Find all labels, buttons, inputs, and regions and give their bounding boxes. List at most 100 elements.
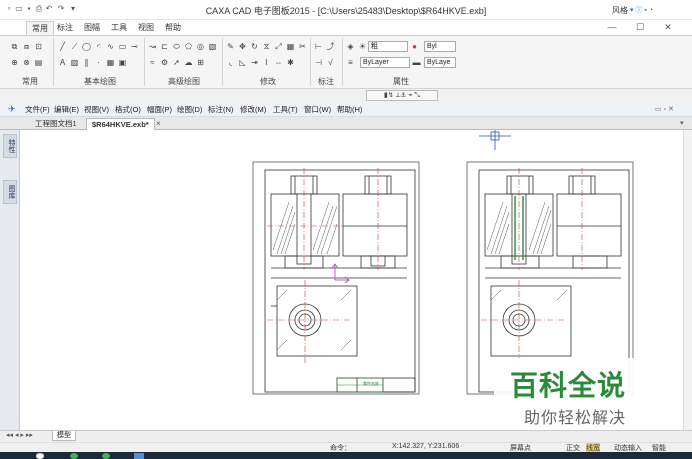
- circle-icon[interactable]: ◯: [82, 42, 91, 51]
- title-block-text: 零件名称: [363, 380, 379, 386]
- lineweight-icon[interactable]: ▬: [412, 58, 421, 67]
- menu-tools[interactable]: 工具(T): [273, 104, 298, 116]
- linestyle-combo[interactable]: ByLayer: [360, 57, 410, 68]
- line-type-icon[interactable]: ≡: [346, 58, 355, 67]
- layer-combo[interactable]: 粗: [368, 41, 408, 52]
- menu-edit[interactable]: 编辑(E): [54, 104, 79, 116]
- snap-toolbar[interactable]: ▮↯ ⟂⚓ ⌖ ⤡: [366, 90, 438, 101]
- search-icon[interactable]: [36, 453, 44, 459]
- taskbar-app-icon[interactable]: [70, 453, 78, 459]
- image-icon[interactable]: ▧: [208, 42, 217, 51]
- offset-icon[interactable]: ⊏: [160, 42, 169, 51]
- copy-icon[interactable]: ⧈: [22, 42, 31, 51]
- menu-modify[interactable]: 修改(M): [240, 104, 266, 116]
- rectangle-icon[interactable]: ▭: [118, 42, 127, 51]
- wave-icon[interactable]: ≈: [148, 58, 157, 67]
- roughness-icon[interactable]: √: [326, 58, 335, 67]
- hatch-icon[interactable]: ▨: [70, 58, 79, 67]
- hole-icon[interactable]: ◎: [196, 42, 205, 51]
- vertical-scrollbar[interactable]: [683, 130, 692, 430]
- arrow-icon[interactable]: ➚: [172, 58, 181, 67]
- text-icon[interactable]: A: [58, 58, 67, 67]
- insert-object-icon[interactable]: ⊞: [196, 58, 205, 67]
- tab-annotate[interactable]: 标注: [52, 21, 78, 35]
- delete-icon[interactable]: ✎: [226, 42, 235, 51]
- side-tab-properties[interactable]: 特性: [3, 134, 17, 158]
- mdi-window-controls[interactable]: ▭ ▫ ✕: [655, 105, 674, 113]
- table-icon[interactable]: ▦: [106, 58, 115, 67]
- block-icon[interactable]: ▣: [118, 58, 127, 67]
- group-label-annotate: 标注: [318, 77, 334, 86]
- tab-help[interactable]: 帮助: [160, 21, 186, 35]
- chamfer-icon[interactable]: ◺: [238, 58, 247, 67]
- menu-draw[interactable]: 绘图(D): [177, 104, 202, 116]
- dimension-icon[interactable]: ⊢: [314, 42, 323, 51]
- mirror-icon[interactable]: ⧖: [262, 42, 271, 51]
- tab-common[interactable]: 常用: [26, 21, 54, 35]
- arc-icon[interactable]: ◜: [94, 42, 103, 51]
- pan-icon[interactable]: ⊕: [10, 58, 19, 67]
- properties-icon[interactable]: ▤: [34, 58, 43, 67]
- spline-icon[interactable]: ∿: [106, 42, 115, 51]
- help-icon[interactable]: ▾ ⓘ ▪ ◔: [630, 5, 653, 15]
- side-tab-library[interactable]: 图库: [3, 180, 17, 204]
- tab-tools[interactable]: 工具: [106, 21, 132, 35]
- close-button[interactable]: ✕: [660, 21, 676, 33]
- scale-icon[interactable]: ⤢: [274, 42, 283, 51]
- taskbar-caxa-icon[interactable]: [134, 453, 144, 459]
- trim-icon[interactable]: ✂: [298, 42, 307, 51]
- lineweight-combo[interactable]: ByLaye: [424, 57, 456, 68]
- rotate-icon[interactable]: ↻: [250, 42, 259, 51]
- group-label-advanced-draw: 高级绘图: [168, 77, 200, 86]
- tolerance-icon[interactable]: ⊣: [314, 58, 323, 67]
- tab-sheet[interactable]: 图幅: [79, 21, 105, 35]
- gear-icon[interactable]: ⚙: [160, 58, 169, 67]
- break-icon[interactable]: ⌇: [262, 58, 271, 67]
- ellipse-icon[interactable]: ⬭: [172, 42, 181, 51]
- maximize-button[interactable]: ☐: [632, 21, 648, 33]
- doc-tab-drawing1[interactable]: 工程图文档1: [30, 118, 82, 130]
- menu-view[interactable]: 视图(V): [84, 104, 109, 116]
- polygon-icon[interactable]: ⬠: [184, 42, 193, 51]
- lightbulb-icon[interactable]: ☀: [358, 42, 367, 51]
- menu-file[interactable]: 文件(F): [25, 104, 50, 116]
- doc-tab-active[interactable]: $R64HKVE.exb*: [86, 118, 155, 130]
- layer-icon[interactable]: ◈: [346, 42, 355, 51]
- model-tab[interactable]: 模型: [52, 431, 76, 441]
- revision-cloud-icon[interactable]: ☁: [184, 58, 193, 67]
- curve-icon[interactable]: ↝: [148, 42, 157, 51]
- layer-color-icon[interactable]: ●: [410, 42, 419, 51]
- fillet-icon[interactable]: ◟: [226, 58, 235, 67]
- style-menu[interactable]: 风格: [612, 5, 628, 16]
- point-icon[interactable]: ·: [94, 58, 103, 67]
- layout-tab-bar: [0, 430, 692, 442]
- ribbon-separator: [342, 38, 343, 86]
- move-icon[interactable]: ✥: [238, 42, 247, 51]
- taskbar-app-icon[interactable]: [102, 453, 110, 459]
- extend-icon[interactable]: ⇥: [250, 58, 259, 67]
- paste-icon[interactable]: ⊡: [34, 42, 43, 51]
- select-icon[interactable]: ⧉: [10, 42, 19, 51]
- color-combo[interactable]: Byl: [424, 41, 456, 52]
- menu-window[interactable]: 窗口(W): [304, 104, 331, 116]
- line-icon[interactable]: ╱: [58, 42, 67, 51]
- app-logo-icon[interactable]: ✈: [8, 104, 16, 115]
- explode-icon[interactable]: ✱: [286, 58, 295, 67]
- zoom-icon[interactable]: ⊗: [22, 58, 31, 67]
- stretch-icon[interactable]: ⇔: [274, 58, 283, 67]
- menu-help[interactable]: 帮助(H): [337, 104, 362, 116]
- menu-format[interactable]: 格式(O): [115, 104, 141, 116]
- tab-view[interactable]: 视图: [133, 21, 159, 35]
- tab-list-icon[interactable]: ▾: [680, 119, 684, 127]
- layout-nav-arrows[interactable]: ◂◂ ◂ ▸ ▸▸: [6, 431, 33, 439]
- menu-dimension[interactable]: 标注(N): [208, 104, 233, 116]
- leader-icon[interactable]: ⤴: [326, 42, 335, 51]
- parallel-line-icon[interactable]: ∥: [82, 58, 91, 67]
- centerline-icon[interactable]: ⊸: [130, 42, 139, 51]
- polyline-icon[interactable]: ⟋: [70, 42, 79, 51]
- minimize-button[interactable]: —: [604, 21, 620, 33]
- coordinate-readout: X:142.327, Y:231.606: [392, 443, 460, 450]
- close-tab-icon[interactable]: ×: [156, 119, 161, 128]
- menu-sheet[interactable]: 幅面(P): [147, 104, 172, 116]
- array-icon[interactable]: ▦: [286, 42, 295, 51]
